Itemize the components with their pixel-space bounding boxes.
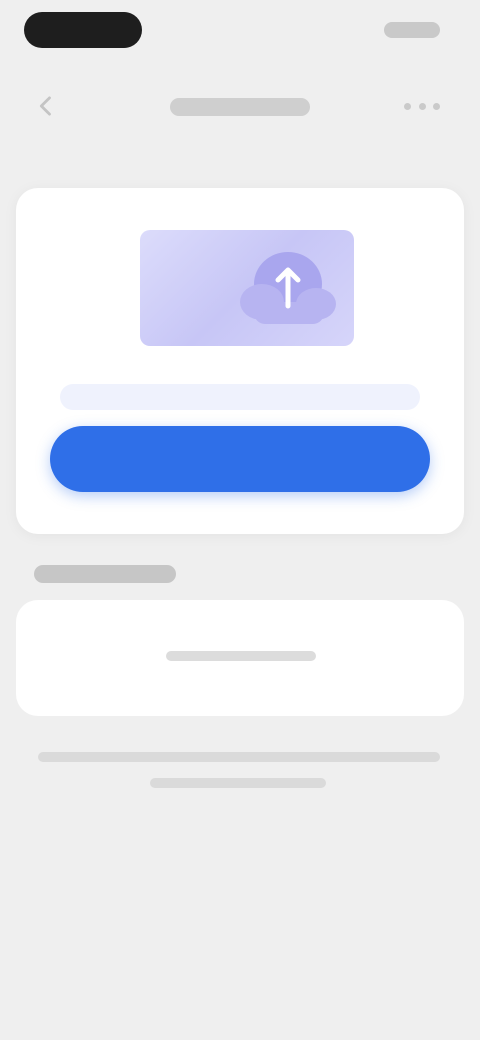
upload-hint bbox=[60, 384, 420, 410]
page-title bbox=[120, 94, 360, 120]
upload-illustration bbox=[140, 230, 354, 346]
empty-state-card bbox=[16, 600, 464, 716]
nav-bar bbox=[0, 72, 480, 142]
cloud-upload-icon bbox=[232, 240, 342, 336]
dot bbox=[433, 102, 440, 110]
status-bar bbox=[0, 0, 480, 64]
section-title bbox=[32, 562, 180, 586]
upload-card bbox=[16, 188, 464, 534]
status-time-pill bbox=[24, 12, 142, 48]
dot bbox=[418, 102, 426, 110]
page bbox=[0, 0, 480, 1040]
footnote bbox=[36, 746, 444, 794]
dot bbox=[404, 102, 411, 110]
chevron-left-icon[interactable] bbox=[32, 92, 60, 120]
empty-state-text bbox=[140, 646, 340, 666]
status-indicators bbox=[384, 22, 440, 38]
more-horizontal-icon[interactable] bbox=[404, 94, 440, 118]
upload-button[interactable] bbox=[50, 426, 430, 492]
